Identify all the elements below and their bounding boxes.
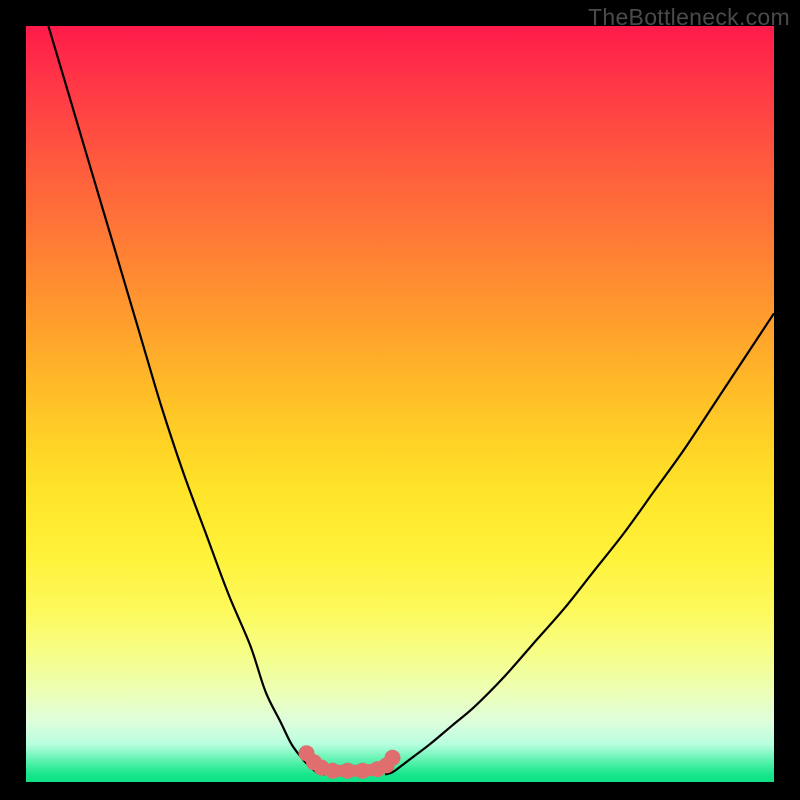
marker-dot bbox=[355, 763, 371, 779]
bottleneck-plot bbox=[26, 26, 774, 782]
left-curve bbox=[48, 26, 325, 774]
right-curve bbox=[385, 313, 774, 774]
marker-dot bbox=[325, 763, 341, 779]
marker-dot bbox=[340, 763, 356, 779]
marker-dot bbox=[385, 750, 401, 766]
chart-frame bbox=[26, 26, 774, 782]
